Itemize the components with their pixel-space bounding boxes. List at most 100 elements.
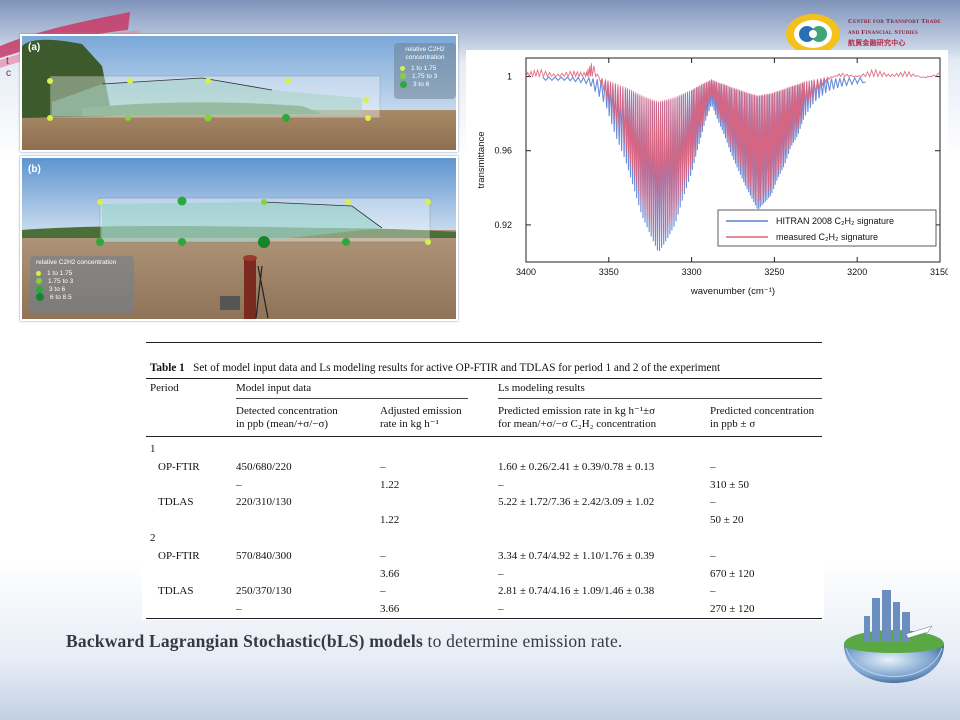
table-cell-period: 2 <box>150 532 156 544</box>
header-detected-unit: in ppb (mean/+σ/−σ) <box>236 418 329 430</box>
table-cell-adjusted: 3.66 <box>380 567 400 580</box>
table-cell-adjusted: 1.22 <box>380 478 400 491</box>
table-cell-pred-conc: 270 ± 120 <box>710 603 755 616</box>
table-cell-pred-rate: 3.34 ± 0.74/4.92 ± 1.10/1.76 ± 0.39 <box>498 549 655 562</box>
legend-label: 3 to 6 <box>413 80 430 88</box>
table-cell-pred-rate: 5.22 ± 1.72/7.36 ± 2.42/3.09 ± 1.02 <box>498 496 655 509</box>
x-tick-label: 3350 <box>599 267 619 277</box>
legend-dot-icon <box>36 278 42 284</box>
x-tick-label: 3200 <box>847 267 867 277</box>
legend-row: 1 to 1.75 <box>400 64 450 72</box>
legend-title: relative C2H2 concentration <box>405 46 445 61</box>
table-cell-adjusted: 1.22 <box>380 514 400 527</box>
logo-chinese: 航貿金融研究中心 <box>848 39 906 47</box>
header-adjusted-unit: rate in kg h⁻¹ <box>380 418 439 430</box>
table-cell-pred-conc: – <box>710 549 716 562</box>
table-cell-instrument: TDLAS <box>158 496 194 509</box>
header-detected: Detected concentration <box>236 405 338 417</box>
legend-label: 1 to 1.75 <box>411 64 437 72</box>
header-adjusted: Adjusted emission <box>380 405 462 417</box>
results-table: Table 1 Set of model input data and Ls m… <box>142 340 824 620</box>
table-rule <box>146 618 822 619</box>
y-tick-label: 0.96 <box>494 146 512 156</box>
legend-entry: HITRAN 2008 C₂H₂ signature <box>776 216 894 226</box>
table-cell-detected: – <box>236 478 242 491</box>
table-cell-pred-rate: – <box>498 478 504 491</box>
logo-text: Centre for Transport Trade and Financial… <box>848 16 954 49</box>
table-caption: Table 1 Set of model input data and Ls m… <box>150 362 720 374</box>
table-cell-instrument: TDLAS <box>158 585 194 598</box>
table-cell-period: 1 <box>150 443 156 455</box>
legend-dot-icon <box>400 80 407 88</box>
legend-row: 1 to 1.75 <box>36 269 128 277</box>
legend-row: 3 to 6 <box>36 285 128 293</box>
header-predicted-rate: Predicted emission rate in kg h⁻¹±σ <box>498 405 656 417</box>
side-letter: t <box>6 56 9 67</box>
table-cell-pred-rate: – <box>498 567 504 580</box>
header-predicted-conc-unit: in ppb ± σ <box>710 418 756 430</box>
table-cell-adjusted: – <box>380 460 386 473</box>
table-cell-detected: – <box>236 603 242 616</box>
legend-dot-icon <box>36 293 44 301</box>
table-cell-detected: 220/310/130 <box>236 496 292 509</box>
table-cell-pred-rate: 1.60 ± 0.26/2.41 ± 0.39/0.78 ± 0.13 <box>498 460 655 473</box>
panel-tag-a: (a) <box>28 42 41 53</box>
header-underline <box>236 398 468 399</box>
legend-label: 3 to 6 <box>49 285 66 293</box>
side-letters: t c <box>6 56 20 80</box>
table-caption-text: Set of model input data and Ls modeling … <box>193 362 721 374</box>
table-cell-pred-conc: – <box>710 460 716 473</box>
table-cell-adjusted: – <box>380 549 386 562</box>
table-cell-pred-conc: – <box>710 585 716 598</box>
legend-dot-icon <box>36 270 41 276</box>
legend-label: 1.75 to 3 <box>48 277 74 285</box>
header-underline <box>498 398 822 399</box>
table-cell-pred-rate: – <box>498 603 504 616</box>
transmittance-chart: 3400 3350 3300 3250 3200 3150 0.92 0.96 1 wavenum… <box>466 50 948 308</box>
caption-bold: Backward Lagrangian Stochastic(bLS) mode… <box>66 631 423 651</box>
header-predicted-conc: Predicted concentration <box>710 405 815 417</box>
side-letter: c <box>6 68 11 79</box>
legend-dot-icon <box>400 73 406 79</box>
panel-tag-b: (b) <box>28 164 41 175</box>
x-tick-label: 3250 <box>764 267 784 277</box>
table-cell-detected: 250/370/130 <box>236 585 292 598</box>
header-predicted-rate-unit: for mean/+σ/−σ C₂H₂ concentration <box>498 418 657 430</box>
photo-panel-b: (b) relative C2H2 concentration 1 to 1.7… <box>20 156 458 321</box>
logo-line: and Financial Studies <box>848 29 918 36</box>
legend-row: 1.75 to 3 <box>36 277 128 285</box>
concentration-legend-a: relative C2H2 concentration 1 to 1.75 1.… <box>394 43 456 99</box>
y-axis-title: transmittance <box>476 131 487 188</box>
logo-line: Centre for Transport Trade <box>848 18 941 25</box>
table-cell-adjusted: – <box>380 585 386 598</box>
legend-dot-icon <box>400 65 405 71</box>
table-cell-instrument: OP-FTIR <box>158 460 200 473</box>
legend-label: 1 to 1.75 <box>47 269 73 277</box>
legend-label: 6 to 8.5 <box>50 293 72 301</box>
globe-city-icon <box>844 590 944 683</box>
legend-label: 1.75 to 3 <box>412 72 438 80</box>
table-rule <box>146 436 822 437</box>
table-caption-label: Table 1 <box>150 362 185 374</box>
table-cell-detected: 450/680/220 <box>236 460 292 473</box>
header-ls-results: Ls modeling results <box>498 382 585 394</box>
legend-dot-icon <box>36 285 43 293</box>
field-photo-a <box>22 36 456 150</box>
table-cell-detected: 570/840/300 <box>236 549 292 562</box>
x-tick-label: 3300 <box>682 267 702 277</box>
table-cell-pred-conc: 50 ± 20 <box>710 514 744 527</box>
table-rule <box>146 342 822 343</box>
table-cell-adjusted: 3.66 <box>380 603 400 616</box>
photo-panel-a: (a) relative C2H2 concentration 1 to 1.7… <box>20 34 458 152</box>
table-cell-instrument: OP-FTIR <box>158 549 200 562</box>
table-cell-pred-conc: 670 ± 120 <box>710 567 755 580</box>
table-cell-pred-conc: – <box>710 496 716 509</box>
legend-entry: measured C₂H₂ signature <box>776 232 878 242</box>
x-tick-label: 3150 <box>930 267 948 277</box>
y-tick-label: 0.92 <box>494 220 512 230</box>
header-period: Period <box>150 382 179 394</box>
legend-row: 3 to 6 <box>400 80 450 88</box>
table-cell-pred-rate: 2.81 ± 0.74/4.16 ± 1.09/1.46 ± 0.38 <box>498 585 655 598</box>
chart-svg: 3400 3350 3300 3250 3200 3150 0.92 0.96 1 wavenum… <box>476 57 948 297</box>
concentration-legend-b: relative C2H2 concentration 1 to 1.75 1.… <box>30 256 134 314</box>
